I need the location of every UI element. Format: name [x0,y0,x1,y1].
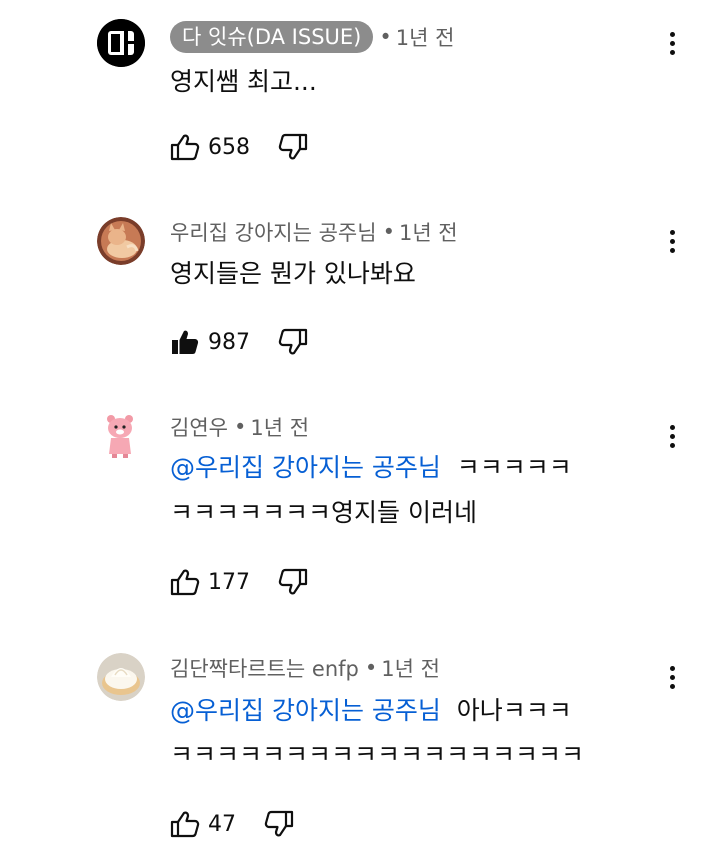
comment-text-line: ㅋㅋㅋㅋㅋㅋㅋㅋㅋㅋㅋㅋㅋㅋㅋㅋㅋㅋ [170,737,584,773]
like-count: 658 [208,134,250,160]
thumbs-up-icon [170,569,200,596]
cat-avatar-icon [97,217,145,265]
comment-header: 다 잇슈(DA ISSUE) • 1년 전 [170,21,455,53]
dislike-button[interactable] [278,328,308,356]
more-options-icon[interactable] [660,662,684,692]
avatar[interactable] [97,19,145,67]
comment-text-line: @우리집 강아지는 공주님 ㅋㅋㅋㅋㅋ [170,450,572,486]
comment-text-content: ㅋㅋㅋㅋㅋ [440,453,572,482]
comment-text-content: 아나ㅋㅋㅋ [440,696,572,725]
separator: • [233,415,247,439]
separator: • [364,656,378,680]
author-name[interactable]: 김단짝타르트는 enfp [170,653,359,683]
avatar[interactable] [97,653,145,701]
comment-text-line: @우리집 강아지는 공주님 아나ㅋㅋㅋ [170,693,572,729]
dislike-button[interactable] [278,133,308,161]
pink-character-avatar-icon [97,412,145,460]
comment-text-content: 영지쌤 최고... [170,67,317,96]
like-count: 177 [208,569,250,595]
like-button[interactable]: 658 [170,133,250,161]
channel-logo-icon [97,19,145,67]
comment-text: 영지들은 뭔가 있나봐요 [170,256,416,292]
separator: • [379,25,392,49]
author-name[interactable]: 김연우 [170,412,228,442]
tart-avatar-icon [97,653,145,701]
dislike-button[interactable] [264,810,294,838]
comment-actions: 658 [170,131,308,163]
more-options-icon[interactable] [660,226,684,256]
comment-header: 김연우 • 1년 전 [170,412,309,442]
like-button[interactable]: 177 [170,568,250,596]
timestamp[interactable]: 1년 전 [381,653,440,683]
more-options-icon[interactable] [660,28,684,58]
like-button[interactable]: 47 [170,810,236,838]
comment-header: 우리집 강아지는 공주님 • 1년 전 [170,217,458,247]
like-count: 987 [208,329,250,355]
comment-text: 영지쌤 최고... [170,64,317,100]
thumbs-down-icon [264,810,294,837]
timestamp[interactable]: 1년 전 [250,412,309,442]
thumbs-up-icon [170,134,200,161]
dislike-button[interactable] [278,568,308,596]
thumbs-down-icon [278,133,308,160]
comment-text-content: ㅋㅋㅋㅋㅋㅋㅋ영지들 이러네 [170,498,477,527]
thumbs-down-icon [278,568,308,595]
comment-actions: 47 [170,808,294,840]
like-button[interactable]: 987 [170,328,250,356]
mention-link[interactable]: @우리집 강아지는 공주님 [170,696,441,725]
comment-text-line: ㅋㅋㅋㅋㅋㅋㅋ영지들 이러네 [170,495,477,531]
like-count: 47 [208,811,236,837]
comment-actions: 987 [170,326,308,358]
timestamp[interactable]: 1년 전 [399,217,458,247]
comment-text-content: 영지들은 뭔가 있나봐요 [170,259,416,288]
comment-actions: 177 [170,566,308,598]
avatar[interactable] [97,217,145,265]
separator: • [382,220,395,244]
timestamp[interactable]: 1년 전 [396,22,455,52]
avatar[interactable] [97,412,145,460]
comment-header: 김단짝타르트는 enfp • 1년 전 [170,653,440,683]
thumbs-up-icon [170,811,200,838]
author-name[interactable]: 우리집 강아지는 공주님 [170,217,377,247]
thumbs-down-icon [278,328,308,355]
mention-link[interactable]: @우리집 강아지는 공주님 [170,453,441,482]
author-name[interactable]: 다 잇슈(DA ISSUE) [170,21,374,53]
comment-text-content: ㅋㅋㅋㅋㅋㅋㅋㅋㅋㅋㅋㅋㅋㅋㅋㅋㅋㅋ [170,740,585,769]
more-options-icon[interactable] [660,421,684,451]
thumbs-up-filled-icon [172,330,199,354]
